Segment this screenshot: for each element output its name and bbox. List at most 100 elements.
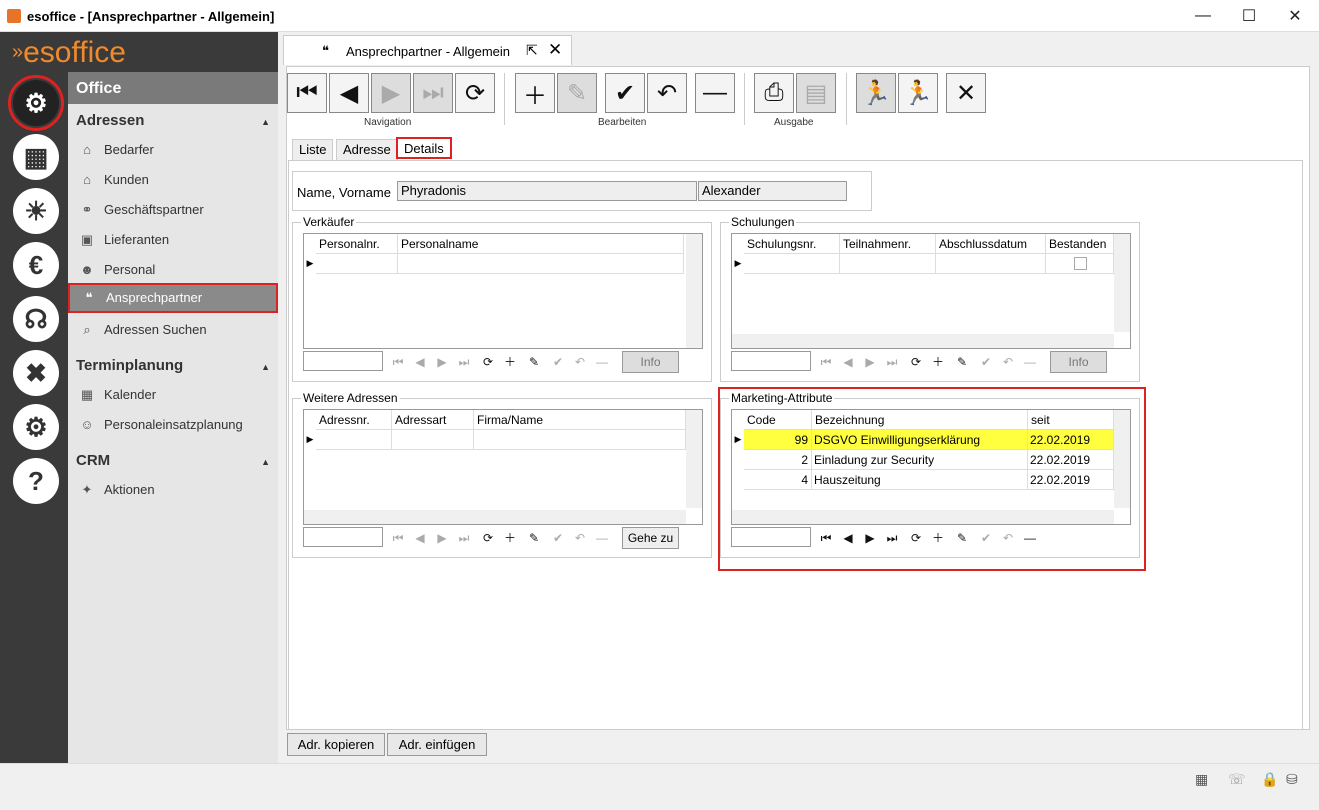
table-cell[interactable]: Einladung zur Security — [812, 450, 1028, 470]
table-cell[interactable] — [1046, 254, 1114, 274]
table-cell[interactable]: 4 — [744, 470, 812, 490]
table-cell[interactable] — [316, 430, 392, 450]
column-header[interactable]: Teilnahmenr. — [840, 234, 936, 254]
table-cell[interactable] — [936, 254, 1046, 274]
first-icon[interactable]: ⏮ — [817, 529, 835, 547]
table-cell[interactable]: 99 — [744, 430, 812, 450]
help-module-icon[interactable]: ? — [13, 458, 59, 504]
add-icon[interactable]: ＋ — [501, 529, 519, 547]
weitere-adressen-grid[interactable]: Adressnr. Adressart Firma/Name ▶ — [303, 409, 703, 525]
nav-item-aktionen[interactable]: ✦ Aktionen — [68, 475, 278, 505]
table-cell[interactable] — [316, 254, 398, 274]
next-icon[interactable]: ▶ — [861, 353, 879, 371]
last-icon[interactable]: ⏭ — [883, 529, 901, 547]
nav-item-kalender[interactable]: ▦ Kalender — [68, 380, 278, 410]
info-button[interactable]: Info — [622, 351, 679, 373]
prev-icon[interactable]: ◀ — [839, 529, 857, 547]
last-name-field[interactable]: Phyradonis — [397, 181, 697, 201]
confirm-icon[interactable]: ✔ — [549, 529, 567, 547]
nav-item-kunden[interactable]: ⌂ Kunden — [68, 165, 278, 195]
exit-run-icon[interactable]: 🏃 — [898, 73, 938, 113]
remove-icon[interactable]: — — [593, 353, 611, 371]
add-icon[interactable]: ＋ — [929, 353, 947, 371]
nav-section-crm[interactable]: CRM — [76, 452, 110, 469]
undo-button[interactable]: ↶ — [647, 73, 687, 113]
settings-module-icon[interactable]: ⚙ — [13, 404, 59, 450]
column-header[interactable]: Personalname — [398, 234, 684, 254]
vertical-scrollbar[interactable] — [1114, 234, 1130, 332]
record-input[interactable] — [303, 527, 383, 547]
finance-module-icon[interactable]: € — [13, 242, 59, 288]
undo-icon[interactable]: ↶ — [999, 353, 1017, 371]
undo-icon[interactable]: ↶ — [571, 529, 589, 547]
last-icon[interactable]: ⏭ — [455, 353, 473, 371]
alarm-module-icon[interactable]: ☀ — [13, 188, 59, 234]
vertical-scrollbar[interactable] — [686, 234, 702, 348]
office-module-icon[interactable]: ⚙ — [8, 75, 64, 131]
delete-button[interactable]: — — [695, 73, 735, 113]
edit-icon[interactable]: ✎ — [525, 353, 543, 371]
nav-section-adressen[interactable]: Adressen — [76, 112, 144, 129]
remove-icon[interactable]: — — [593, 529, 611, 547]
close-window-button[interactable]: ✕ — [946, 73, 986, 113]
info-button[interactable]: Info — [1050, 351, 1107, 373]
prev-icon[interactable]: ◀ — [839, 353, 857, 371]
table-cell[interactable] — [392, 430, 474, 450]
nav-item-adressen-suchen[interactable]: ⌕ Adressen Suchen — [68, 315, 278, 345]
add-icon[interactable]: ＋ — [501, 353, 519, 371]
refresh-icon[interactable]: ⟳ — [907, 353, 925, 371]
marketing-grid[interactable]: Code Bezeichnung seit ▶ 99 DSGVO Einwill… — [731, 409, 1131, 525]
tab-adresse[interactable]: Adresse — [336, 139, 398, 161]
next-record-button[interactable]: ▶ — [371, 73, 411, 113]
refresh-icon[interactable]: ⟳ — [907, 529, 925, 547]
tools-module-icon[interactable]: ✖ — [13, 350, 59, 396]
column-header[interactable]: Adressart — [392, 410, 474, 430]
last-record-button[interactable]: ⏭ — [413, 73, 453, 113]
remove-icon[interactable]: — — [1021, 353, 1039, 371]
horizontal-scrollbar[interactable] — [304, 510, 686, 524]
vertical-scrollbar[interactable] — [686, 410, 702, 508]
confirm-icon[interactable]: ✔ — [549, 353, 567, 371]
nav-item-geschaeftspartner[interactable]: ⚭ Geschäftspartner — [68, 195, 278, 225]
table-cell[interactable]: 22.02.2019 — [1028, 430, 1114, 450]
column-header[interactable]: Personalnr. — [316, 234, 398, 254]
last-icon[interactable]: ⏭ — [455, 529, 473, 547]
record-input[interactable] — [731, 351, 811, 371]
edit-icon[interactable]: ✎ — [953, 353, 971, 371]
minimize-button[interactable]: — — [1180, 0, 1226, 32]
column-header[interactable]: Abschlussdatum — [936, 234, 1046, 254]
add-button[interactable]: ＋ — [515, 73, 555, 113]
column-header[interactable]: Bezeichnung — [812, 410, 1028, 430]
confirm-icon[interactable]: ✔ — [977, 353, 995, 371]
horizontal-scrollbar[interactable] — [732, 510, 1114, 524]
first-icon[interactable]: ⏮ — [389, 529, 407, 547]
remove-icon[interactable]: — — [1021, 529, 1039, 547]
refresh-button[interactable]: ⟳ — [455, 73, 495, 113]
popout-icon[interactable]: ⇱ — [526, 42, 538, 59]
nav-item-lieferanten[interactable]: ▣ Lieferanten — [68, 225, 278, 255]
bestanden-checkbox[interactable] — [1074, 257, 1087, 270]
first-name-field[interactable]: Alexander — [698, 181, 847, 201]
confirm-icon[interactable]: ✔ — [977, 529, 995, 547]
prev-icon[interactable]: ◀ — [411, 353, 429, 371]
table-cell[interactable]: DSGVO Einwilligungserklärung — [812, 430, 1028, 450]
schulungen-grid[interactable]: Schulungsnr. Teilnahmenr. Abschlussdatum… — [731, 233, 1131, 349]
last-icon[interactable]: ⏭ — [883, 353, 901, 371]
nav-section-terminplanung[interactable]: Terminplanung — [76, 357, 183, 374]
tab-liste[interactable]: Liste — [292, 139, 334, 161]
collapse-icon[interactable]: ▲ — [261, 117, 270, 127]
collapse-icon[interactable]: ▲ — [261, 457, 270, 467]
record-input[interactable] — [731, 527, 811, 547]
maximize-button[interactable]: ☐ — [1226, 0, 1272, 32]
close-button[interactable]: ✕ — [1272, 0, 1318, 32]
close-tab-icon[interactable]: ✕ — [548, 40, 562, 60]
next-icon[interactable]: ▶ — [861, 529, 879, 547]
column-header[interactable]: Schulungsnr. — [744, 234, 840, 254]
nav-item-personal[interactable]: ☻ Personal — [68, 255, 278, 285]
print-button[interactable]: ⎙ — [754, 73, 794, 113]
next-icon[interactable]: ▶ — [433, 353, 451, 371]
goto-button[interactable]: Gehe zu — [622, 527, 679, 549]
column-header[interactable]: Firma/Name — [474, 410, 686, 430]
collapse-icon[interactable]: ▲ — [261, 362, 270, 372]
prev-icon[interactable]: ◀ — [411, 529, 429, 547]
